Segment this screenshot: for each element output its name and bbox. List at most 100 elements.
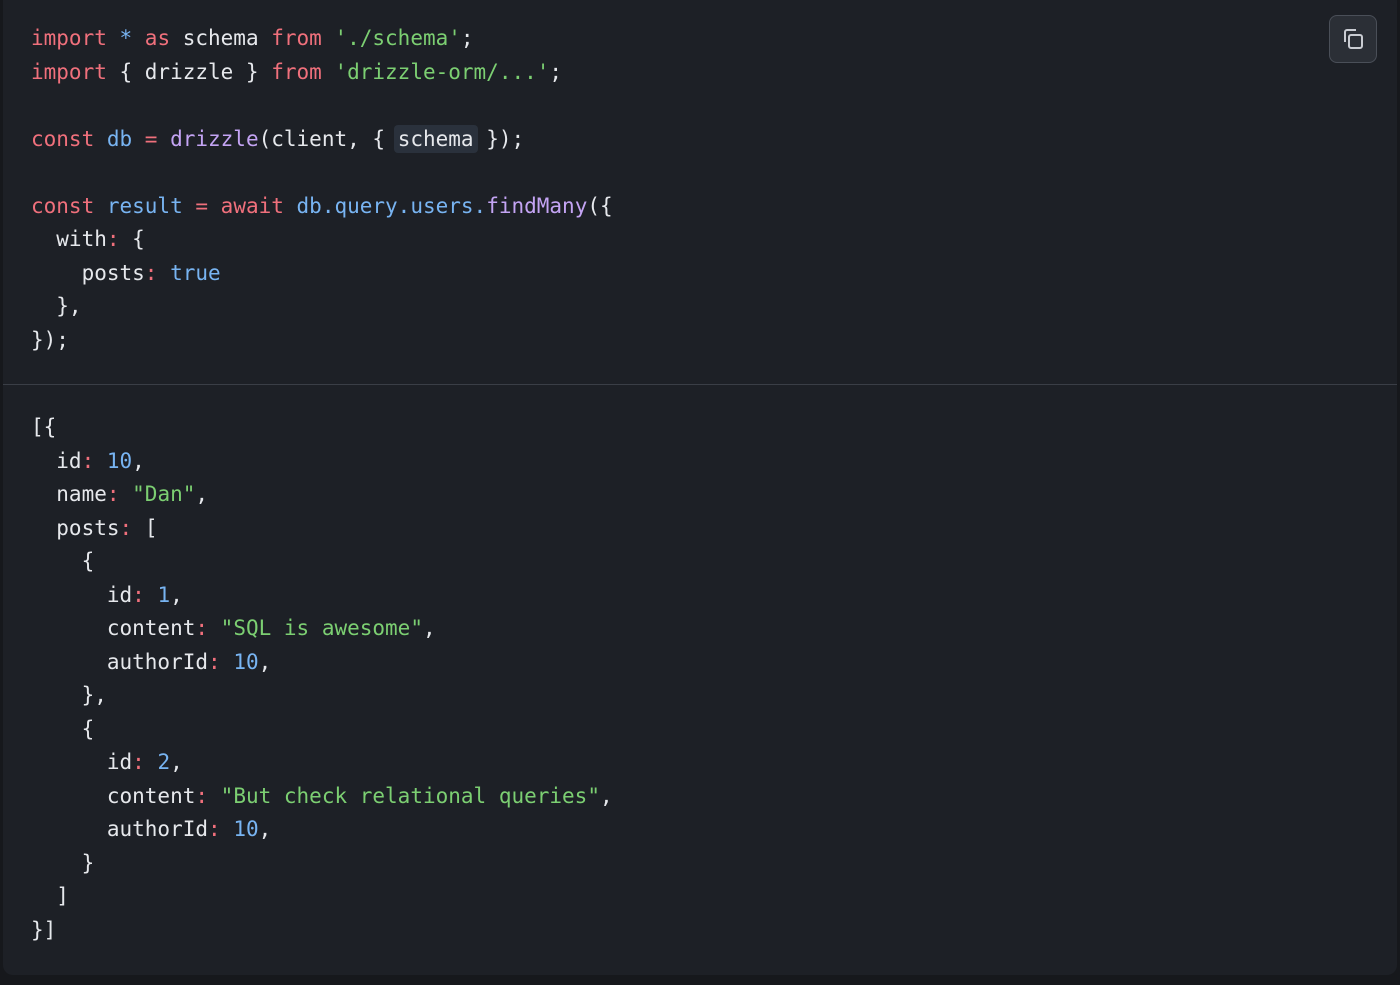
colon: :	[132, 750, 145, 774]
code-line-8: posts: true	[31, 257, 613, 291]
punctuation: ,	[258, 817, 272, 841]
punctuation: },	[31, 294, 82, 318]
punctuation: [{	[31, 415, 57, 439]
number: 10	[94, 448, 133, 473]
identifier: { drizzle }	[106, 59, 272, 84]
code-block: import * as schema from './schema'; impor…	[3, 0, 1397, 975]
colon: :	[81, 448, 95, 473]
result-line: content: "But check relational queries",	[31, 780, 613, 814]
keyword: const	[31, 193, 95, 218]
string: "But check relational queries"	[208, 783, 600, 808]
result-line: {	[31, 713, 613, 747]
punctuation: },	[31, 683, 107, 707]
key: id	[31, 750, 133, 774]
string: "Dan"	[119, 482, 196, 506]
result-line: [{	[31, 411, 613, 445]
punctuation: ,	[195, 482, 209, 506]
code-line-1: import * as schema from './schema';	[31, 22, 613, 56]
colon: :	[195, 616, 209, 640]
result-line: {	[31, 545, 613, 579]
code-line-6: const result = await db.query.users.find…	[31, 190, 613, 224]
operator: =	[132, 126, 171, 151]
key: id	[31, 448, 82, 473]
keyword: const	[31, 126, 95, 151]
string: "SQL is awesome"	[208, 616, 423, 640]
number: 10	[220, 649, 259, 674]
punctuation: ,	[599, 783, 613, 808]
colon: :	[208, 649, 221, 674]
key: authorId	[31, 649, 209, 674]
punctuation: });	[31, 327, 69, 352]
copy-icon	[1344, 29, 1363, 49]
number: 2	[144, 750, 171, 774]
function: findMany	[486, 193, 588, 218]
punctuation: ,	[422, 616, 436, 640]
divider	[3, 384, 1397, 385]
key: id	[31, 582, 133, 607]
token: *	[106, 26, 145, 50]
result-output: [{ id: 10, name: "Dan", posts: [ { id: 1…	[31, 411, 613, 947]
key: content	[31, 616, 196, 640]
punctuation: }]	[31, 917, 57, 942]
result-line: },	[31, 679, 613, 713]
colon: :	[208, 817, 221, 841]
keyword: as	[144, 26, 171, 50]
result-line: }]	[31, 914, 613, 948]
result-line: content: "SQL is awesome",	[31, 612, 613, 646]
colon: :	[132, 582, 145, 607]
colon: :	[119, 515, 133, 540]
boolean: true	[157, 260, 221, 285]
code-line-4: const db = drizzle(client, { schema });	[31, 123, 613, 157]
punctuation: (client, {	[258, 126, 398, 151]
punctuation: ,	[258, 649, 272, 674]
key: name	[31, 482, 107, 506]
punctuation: }	[31, 850, 95, 875]
key: authorId	[31, 817, 209, 841]
punctuation: ({	[587, 193, 613, 218]
operator: =	[182, 193, 221, 218]
code-line-2: import { drizzle } from 'drizzle-orm/...…	[31, 56, 613, 90]
number: 10	[220, 817, 259, 841]
punctuation: ;	[460, 26, 474, 50]
key: posts	[31, 515, 120, 540]
key: posts	[31, 260, 145, 285]
keyword: from	[271, 59, 322, 84]
number: 1	[144, 582, 171, 607]
code-line-7: with: {	[31, 223, 613, 257]
key: with	[31, 227, 107, 251]
key: content	[31, 783, 196, 808]
function: drizzle	[170, 126, 259, 151]
punctuation: {	[31, 716, 95, 741]
result-line: ]	[31, 880, 613, 914]
colon: :	[106, 482, 120, 506]
punctuation: ,	[132, 448, 145, 473]
string: 'drizzle-orm/...'	[321, 59, 550, 84]
punctuation: ,	[170, 750, 183, 774]
colon: :	[195, 783, 209, 808]
punctuation: ]	[31, 884, 69, 908]
highlighted-identifier: schema	[393, 124, 478, 153]
colon: :	[106, 227, 120, 251]
query-code: import * as schema from './schema'; impor…	[31, 22, 613, 357]
keyword: from	[271, 26, 322, 50]
copy-button[interactable]	[1329, 15, 1377, 63]
punctuation: });	[473, 126, 525, 151]
result-line: authorId: 10,	[31, 646, 613, 680]
keyword: import	[31, 59, 107, 84]
result-line: id: 1,	[31, 579, 613, 613]
identifier: schema	[170, 26, 272, 50]
keyword: import	[31, 26, 107, 50]
variable: result	[94, 193, 183, 218]
punctuation: [	[132, 515, 158, 540]
variable: db	[94, 126, 133, 151]
punctuation: ,	[170, 582, 183, 607]
punctuation: ;	[549, 59, 563, 84]
result-line: }	[31, 847, 613, 881]
code-line-9: },	[31, 290, 613, 324]
colon: :	[144, 260, 158, 285]
string: './schema'	[321, 26, 461, 50]
punctuation: {	[119, 227, 145, 251]
result-line: id: 2,	[31, 746, 613, 780]
